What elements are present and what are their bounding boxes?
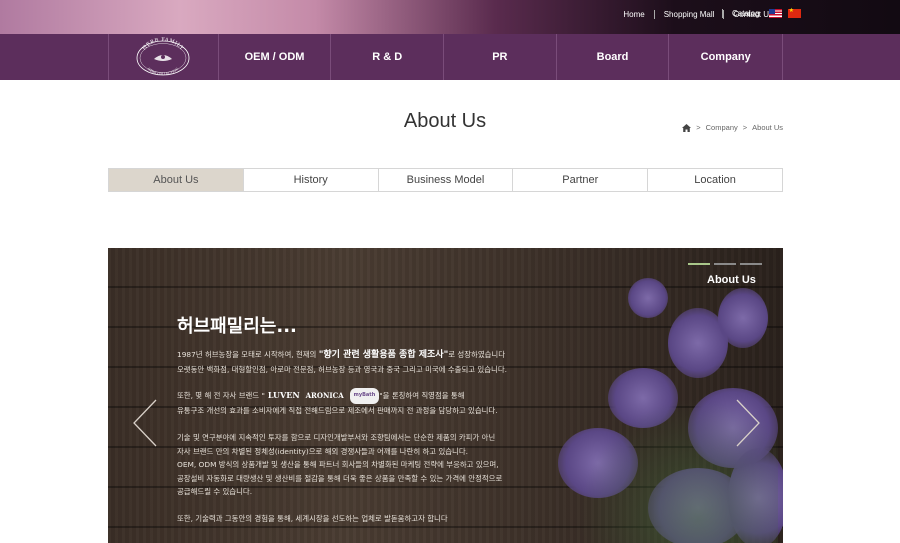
hero-p3-line: 기술 및 연구분야에 지속적인 투자를 함으로 디자인개발부서와 조향팀에서는 … bbox=[177, 433, 496, 442]
home-link[interactable]: Home bbox=[614, 10, 653, 19]
hero-label: About Us bbox=[707, 274, 756, 286]
catalog-group: Catalog bbox=[722, 7, 801, 18]
hero-paragraph-3: 기술 및 연구분야에 지속적인 투자를 함으로 디자인개발부서와 조향팀에서는 … bbox=[177, 431, 577, 499]
nav-pr[interactable]: PR bbox=[444, 34, 557, 80]
logo-top-text: HERB FAMILY bbox=[142, 37, 185, 52]
breadcrumb-separator: > bbox=[742, 123, 748, 132]
hero-slider: About Us 허브패밀리는... 1987년 허브농장을 모태로 시작하여,… bbox=[108, 248, 783, 543]
hero-p2-pre: 또한, 몇 해 전 자사 브랜드 " bbox=[177, 390, 265, 400]
slide-indicator-1[interactable] bbox=[688, 263, 710, 265]
tab-about-us[interactable]: About Us bbox=[109, 169, 244, 191]
svg-text:HERB COLLECTION: HERB COLLECTION bbox=[147, 67, 180, 76]
slider-prev-arrow-icon[interactable] bbox=[132, 398, 158, 448]
svg-text:HERB FAMILY: HERB FAMILY bbox=[142, 37, 185, 52]
nav-r-and-d[interactable]: R & D bbox=[331, 34, 445, 80]
top-bar: Home Shopping Mall Contact Us Catalog bbox=[0, 0, 900, 34]
tab-partner[interactable]: Partner bbox=[513, 169, 649, 191]
hero-paragraph-2: 또한, 몇 해 전 자사 브랜드 " LUVEN ARONICA myBath "을 론… bbox=[177, 388, 577, 417]
nav-board[interactable]: Board bbox=[557, 34, 670, 80]
herb-family-logo[interactable]: HERB FAMILY HERB COLLECTION bbox=[109, 34, 219, 80]
nav-company[interactable]: Company bbox=[669, 34, 782, 80]
logo-bottom-text: HERB COLLECTION bbox=[147, 67, 180, 76]
hero-p3-line: OEM, ODM 방식의 상품개발 및 생산을 통해 파트너 회사들의 차별화된… bbox=[177, 460, 499, 469]
breadcrumb-about-us: About Us bbox=[752, 123, 783, 132]
hero-p2-line2: 유통구조 개선의 효과를 소비자에게 직접 전해드림으로 제조에서 판매까지 전… bbox=[177, 405, 498, 415]
nav-oem-odm[interactable]: OEM / ODM bbox=[219, 34, 332, 80]
hero-paragraph-4: 또한, 기술력과 그동안의 경험을 통해, 세계시장을 선도하는 업체로 발돋움… bbox=[177, 514, 448, 523]
slide-indicator-3[interactable] bbox=[740, 263, 762, 265]
breadcrumb-separator: > bbox=[696, 123, 701, 132]
sub-tabs: About Us History Business Model Partner … bbox=[108, 168, 783, 192]
brand-mybath-logo: myBath bbox=[349, 388, 380, 404]
main-nav: HERB FAMILY HERB COLLECTION OEM / ODM R … bbox=[0, 34, 900, 80]
hero-p3-line: 공장설비 자동화로 대량생산 및 생산비를 절감을 통해 더욱 좋은 상품을 만… bbox=[177, 473, 503, 483]
tab-location[interactable]: Location bbox=[648, 169, 782, 191]
hero-heading: 허브패밀리는... bbox=[177, 316, 297, 337]
china-flag-icon[interactable] bbox=[787, 7, 801, 18]
breadcrumb-company[interactable]: Company bbox=[706, 123, 738, 132]
hero-p3-line: 자사 브랜드 만의 차별된 정체성(identity)으로 해외 경쟁사들과 어… bbox=[177, 446, 468, 456]
breadcrumb: > Company > About Us bbox=[682, 123, 783, 132]
hero-p1-pre: 1987년 허브농장을 모태로 시작하여, 현재의 bbox=[177, 350, 319, 359]
brand-luven-logo: LUVEN bbox=[267, 390, 300, 400]
hero-p1-line2: 오랫동안 백화점, 대형할인점, 아로마 전문점, 허브농장 등과 영국과 중국… bbox=[177, 364, 507, 374]
main-nav-inner: HERB FAMILY HERB COLLECTION OEM / ODM R … bbox=[108, 34, 783, 80]
home-icon[interactable] bbox=[682, 123, 692, 132]
logo-emblem-icon: HERB FAMILY HERB COLLECTION bbox=[136, 37, 190, 76]
slider-indicators bbox=[688, 263, 762, 265]
hero-p3-line: 공급해드릴 수 있습니다. bbox=[177, 487, 253, 496]
us-flag-icon[interactable] bbox=[768, 9, 782, 18]
slide-indicator-2[interactable] bbox=[714, 263, 736, 265]
catalog-link[interactable]: Catalog bbox=[722, 9, 760, 18]
brand-aronica-logo: ARONICA bbox=[305, 391, 344, 400]
shopping-mall-link[interactable]: Shopping Mall bbox=[653, 10, 724, 19]
hero-p1-post: 로 성장하였습니다 bbox=[448, 350, 506, 359]
tab-history[interactable]: History bbox=[244, 169, 379, 191]
hero-p1-highlight: "향기 관련 생활용품 종합 제조사" bbox=[318, 350, 449, 360]
hero-p2-post: "을 론칭하여 직영점을 통해 bbox=[379, 390, 465, 400]
hero-paragraph-1: 1987년 허브농장을 모태로 시작하여, 현재의 "향기 관련 생활용품 종합… bbox=[177, 348, 577, 376]
tab-business-model[interactable]: Business Model bbox=[379, 169, 514, 191]
slider-next-arrow-icon[interactable] bbox=[735, 398, 761, 448]
